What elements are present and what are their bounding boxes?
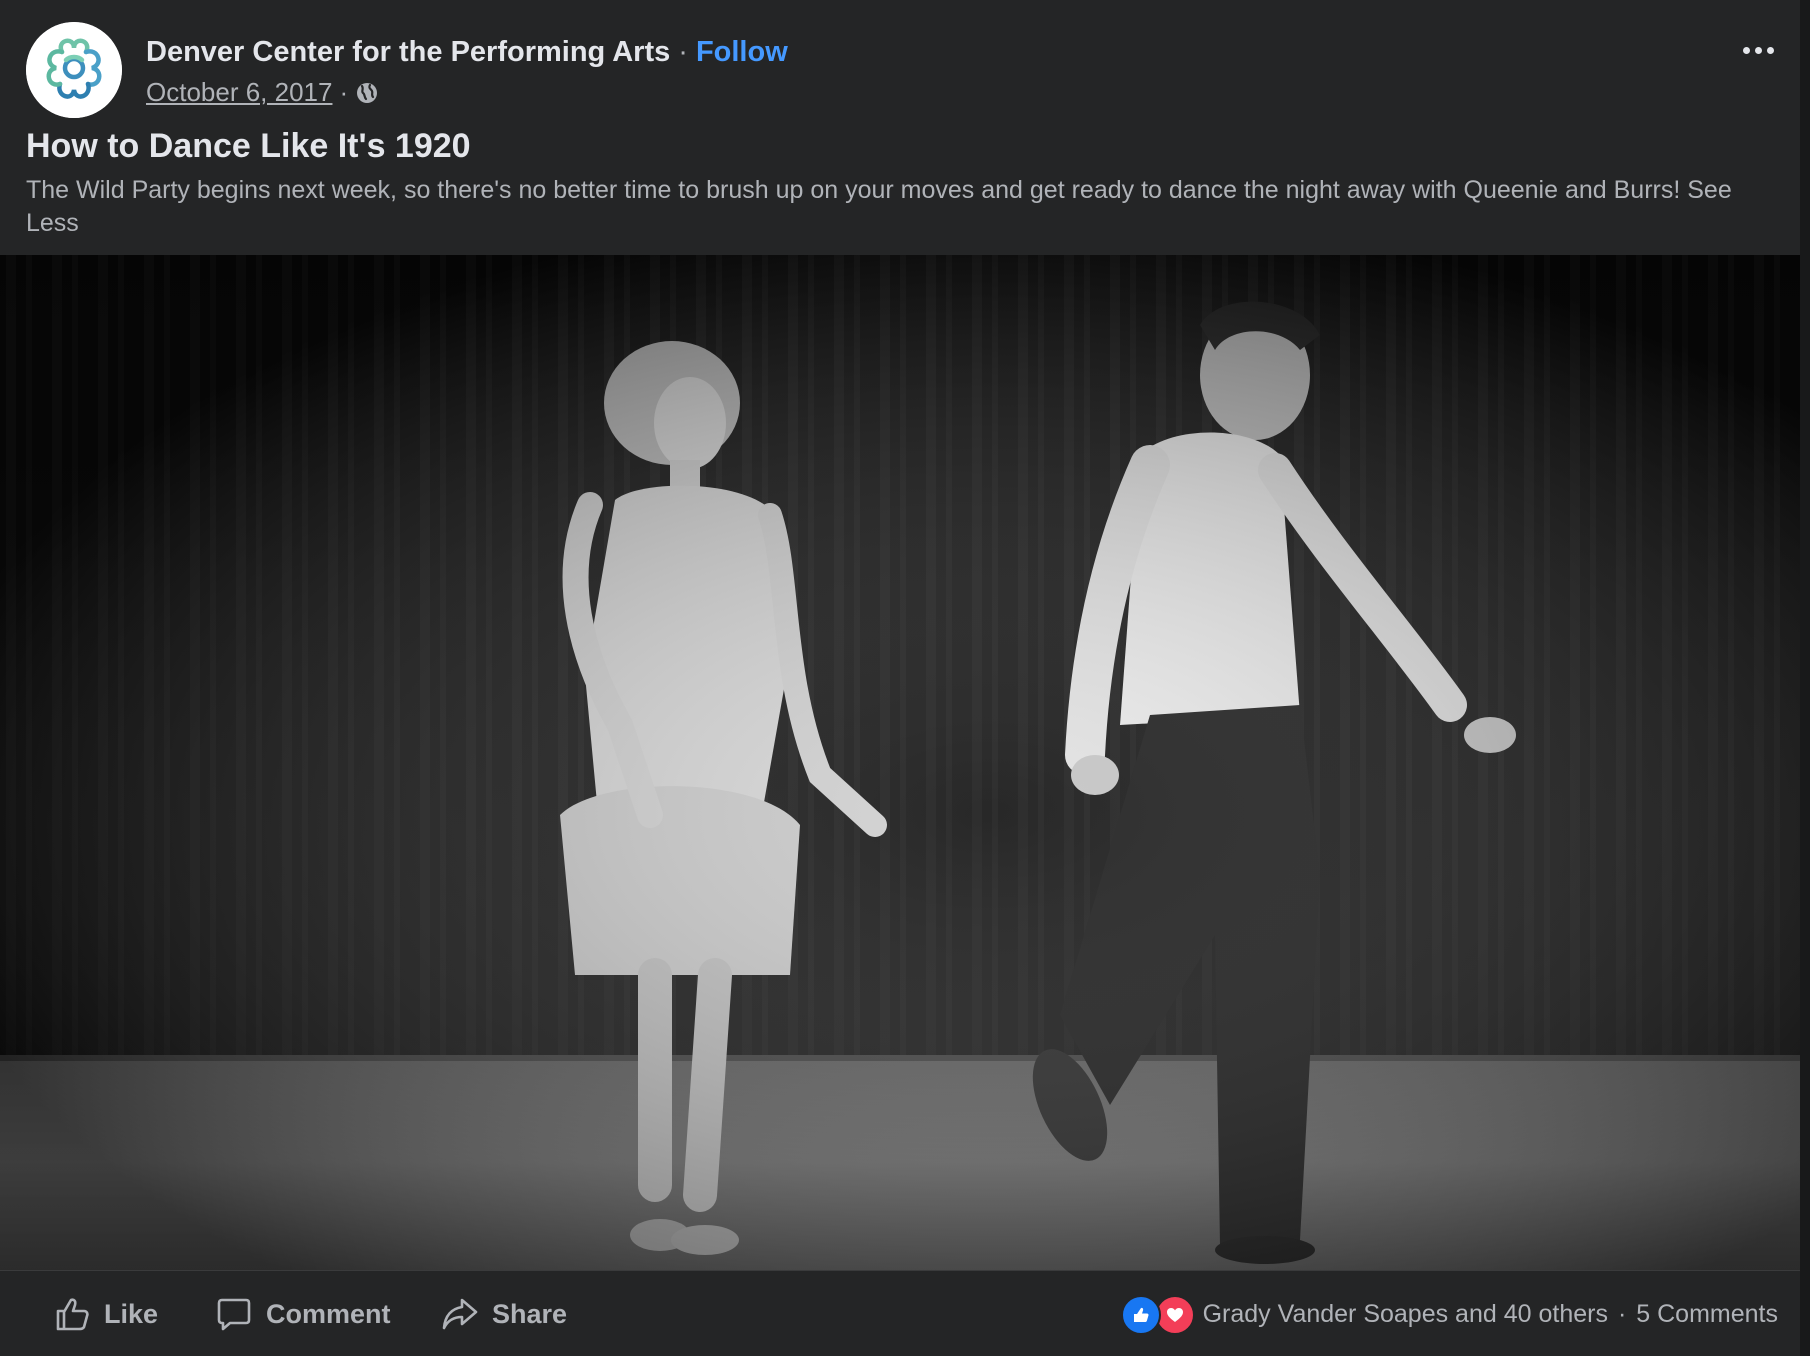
globe-icon [355,80,379,104]
comment-bubble-icon [217,1298,251,1331]
comment-button[interactable]: Comment [214,1291,391,1337]
post-footer: Like Comment Share Grady Vander Soapes a… [0,1270,1800,1356]
post-body-text: The Wild Party begins next week, so ther… [26,176,1681,204]
thumbs-up-icon [56,1298,89,1331]
separator-dot: · [678,36,688,68]
reactions-separator: · [1617,1299,1627,1328]
like-button[interactable]: Like [52,1291,158,1337]
comment-label: Comment [266,1298,391,1329]
share-label: Share [492,1298,568,1329]
video-player[interactable] [0,255,1800,1270]
page-name-link[interactable]: Denver Center for the Performing Arts [146,36,670,68]
post-header: Denver Center for the Performing Arts · Fo… [0,0,1800,255]
like-reaction-icon [1120,1295,1161,1335]
like-label: Like [104,1298,159,1329]
post-date-link[interactable]: October 6, 2017 [146,76,332,108]
post-card: Denver Center for the Performing Arts · Fo… [0,0,1800,1356]
page-avatar[interactable] [26,22,122,118]
dcpa-logo-icon [26,22,122,118]
post-meta: October 6, 2017 · [146,76,379,108]
reaction-icons[interactable] [1120,1295,1195,1335]
reactors-link[interactable]: Grady Vander Soapes and 40 others [1203,1300,1608,1329]
post-title: How to Dance Like It's 1920 [26,127,471,165]
share-button[interactable]: Share [440,1291,567,1337]
page-name-line: Denver Center for the Performing Arts · Fo… [146,32,788,72]
comments-count-link[interactable]: 5 Comments [1636,1300,1778,1329]
share-arrow-icon [442,1298,478,1330]
post-text: The Wild Party begins next week, so ther… [26,174,1766,240]
meta-separator: · [339,77,349,107]
video-frame [0,255,1800,1270]
follow-button[interactable]: Follow [696,36,788,68]
more-options-icon[interactable] [1730,30,1786,70]
reactions-summary: Grady Vander Soapes and 40 others · 5 Co… [1120,1291,1778,1337]
love-reaction-icon [1154,1295,1195,1335]
